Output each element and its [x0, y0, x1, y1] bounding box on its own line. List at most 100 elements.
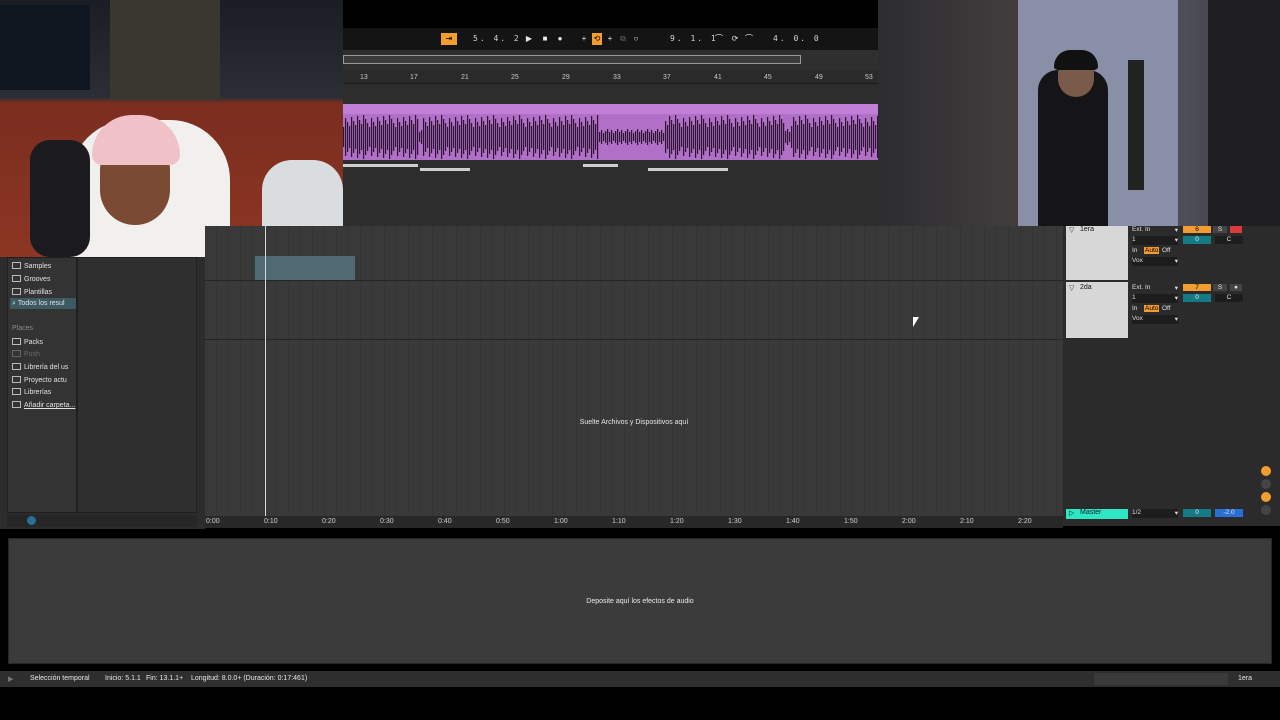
- input-channel-select[interactable]: 1 ▾: [1132, 294, 1178, 303]
- waveform-sample: [353, 121, 355, 153]
- monitor-auto-button[interactable]: Auto: [1144, 247, 1160, 254]
- waveform-sample: [665, 121, 667, 153]
- waveform-sample: [825, 116, 827, 158]
- track-activator[interactable]: 6: [1183, 226, 1211, 233]
- place-libraries[interactable]: Librerías: [12, 388, 51, 396]
- play-icon[interactable]: ▶: [524, 33, 534, 45]
- browser-category-plantillas[interactable]: Plantillas: [12, 288, 52, 296]
- browser-category-samples[interactable]: Samples: [12, 262, 51, 270]
- stop-icon[interactable]: ■: [540, 33, 550, 45]
- master-track-header[interactable]: ▷ Master: [1066, 509, 1128, 519]
- place-packs[interactable]: Packs: [12, 338, 43, 346]
- record-icon[interactable]: ●: [555, 33, 565, 45]
- waveform-sample: [687, 126, 689, 148]
- input-channel-select[interactable]: 1 ▾: [1132, 236, 1178, 245]
- song-position[interactable]: 5. 4. 2: [473, 34, 521, 43]
- audio-clip[interactable]: [343, 104, 878, 160]
- loop-start[interactable]: 9. 1. 1: [670, 34, 718, 43]
- follow-button[interactable]: ⇥: [441, 33, 457, 45]
- monitor-off-button[interactable]: Off: [1162, 305, 1171, 312]
- beat-ruler[interactable]: 13 17 21 25 29 33 37 41 45 49 53: [343, 70, 878, 84]
- fade-segment: [583, 164, 618, 167]
- clip-header[interactable]: [343, 104, 878, 114]
- track-name[interactable]: 2da: [1080, 284, 1092, 291]
- track-lane-2da[interactable]: [205, 281, 1063, 340]
- arm-button[interactable]: ●: [1230, 284, 1242, 291]
- waveform-sample: [385, 120, 387, 154]
- fold-icon[interactable]: ▽: [1069, 226, 1074, 234]
- waveform-sample: [537, 125, 539, 149]
- overview-viewport[interactable]: [343, 55, 801, 64]
- volume-field[interactable]: 0: [1183, 294, 1211, 302]
- master-level[interactable]: -2.0: [1215, 509, 1243, 517]
- place-push[interactable]: Push: [12, 350, 40, 358]
- clip-fragment[interactable]: [255, 256, 355, 280]
- fold-icon[interactable]: ▷: [1069, 509, 1074, 517]
- chevron-down-icon: ▾: [1174, 258, 1178, 265]
- returns-toggle-icon[interactable]: [1261, 505, 1271, 515]
- session-record-icon[interactable]: ○: [631, 33, 641, 45]
- punch-out-icon[interactable]: ⌒: [744, 33, 754, 45]
- place-current-project[interactable]: Proyecto actu: [12, 376, 67, 384]
- selection-start: Inicio: 5.1.1: [105, 675, 141, 682]
- waveform-sample: [737, 122, 739, 152]
- time-ruler[interactable]: 0:00 0:10 0:20 0:30 0:40 0:50 1:00 1:10 …: [205, 516, 1063, 528]
- chevron-down-icon: ▾: [1174, 510, 1178, 517]
- add-icon[interactable]: [27, 516, 36, 525]
- overdub-icon[interactable]: +: [579, 33, 589, 45]
- input-type-select[interactable]: Ext. In ▾: [1132, 226, 1178, 234]
- play-small-icon[interactable]: ▶: [8, 675, 13, 683]
- category-label: Todos los resul: [17, 300, 65, 307]
- record-mode-icon[interactable]: [1261, 466, 1271, 476]
- input-type-select[interactable]: Ext. In ▾: [1132, 284, 1178, 292]
- waveform-sample: [661, 130, 663, 144]
- track-header-2da[interactable]: ▽ 2da: [1066, 282, 1128, 338]
- monitor-off-button[interactable]: Off: [1162, 247, 1171, 254]
- add-folder-button[interactable]: Añadir carpeta...: [12, 401, 75, 409]
- track-name[interactable]: 1era: [1080, 226, 1094, 233]
- waveform-sample: [351, 117, 353, 157]
- place-label: Librería del us: [24, 364, 69, 371]
- arm-button[interactable]: [1230, 226, 1242, 233]
- io-toggle-icon[interactable]: [1261, 479, 1271, 489]
- waveform-sample: [609, 132, 611, 142]
- loop-icon[interactable]: ⟳: [730, 33, 740, 45]
- capture-icon[interactable]: ⧉: [618, 33, 628, 45]
- track-header-1era[interactable]: ▽ 1era: [1066, 226, 1128, 280]
- waveform-sample: [377, 117, 379, 157]
- solo-button[interactable]: S: [1213, 226, 1227, 233]
- solo-button[interactable]: S: [1213, 284, 1227, 291]
- waveform-sample: [375, 126, 377, 148]
- pan-field[interactable]: C: [1215, 294, 1243, 302]
- monitor-auto-button[interactable]: Auto: [1144, 305, 1160, 312]
- volume-field[interactable]: 0: [1183, 236, 1211, 244]
- loop-length[interactable]: 4. 0. 0: [773, 34, 821, 43]
- place-user-library[interactable]: Librería del us: [12, 363, 68, 371]
- sends-toggle-icon[interactable]: [1261, 492, 1271, 502]
- master-volume[interactable]: 0: [1183, 509, 1211, 517]
- clip-lane[interactable]: [343, 84, 878, 226]
- device-view[interactable]: Deposite aquí los efectos de audio: [8, 538, 1272, 664]
- master-routing-select[interactable]: 1/2 ▾: [1132, 509, 1178, 518]
- fold-icon[interactable]: ▽: [1069, 284, 1074, 292]
- waveform-sample: [387, 124, 389, 150]
- browser-category-grooves[interactable]: Grooves: [12, 275, 50, 283]
- arrangement-overview[interactable]: [343, 50, 878, 70]
- add-icon[interactable]: +: [605, 33, 615, 45]
- browser-panel: Samples Grooves Plantillas ⌕ Todos los re…: [0, 257, 205, 529]
- arrangement-view[interactable]: Suelte Archivos y Dispositivos aquí: [205, 226, 1063, 516]
- pan-field[interactable]: C: [1215, 236, 1243, 244]
- waveform-sample: [495, 119, 497, 155]
- output-select[interactable]: Vox ▾: [1132, 257, 1178, 266]
- browser-category-search-results[interactable]: ⌕ Todos los resul: [10, 298, 76, 309]
- browser-content[interactable]: [77, 257, 197, 513]
- bar-number: 25: [511, 74, 519, 81]
- output-select[interactable]: Vox ▾: [1132, 315, 1178, 324]
- drop-area[interactable]: Suelte Archivos y Dispositivos aquí: [205, 340, 1063, 516]
- track-activator[interactable]: 7: [1183, 284, 1211, 291]
- monitor-in-button[interactable]: In: [1132, 305, 1137, 312]
- automation-arm-icon[interactable]: ⟲: [592, 33, 602, 45]
- waveform-sample: [669, 116, 671, 158]
- monitor-in-button[interactable]: In: [1132, 247, 1137, 254]
- punch-in-icon[interactable]: ⌒: [714, 33, 724, 45]
